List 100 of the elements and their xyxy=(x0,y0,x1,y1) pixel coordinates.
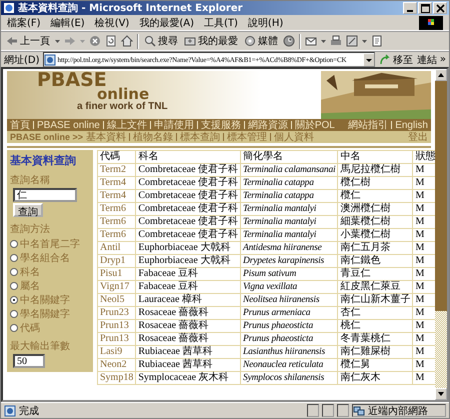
document-icon[interactable] xyxy=(371,35,383,47)
code-link[interactable]: Term6 xyxy=(98,216,136,228)
code-link[interactable]: Term4 xyxy=(98,177,136,189)
radio-label[interactable]: 屬名 xyxy=(20,278,40,292)
code-link[interactable]: Term2 xyxy=(98,164,136,176)
radio-label[interactable]: 代碼 xyxy=(20,320,40,334)
code-link[interactable]: Neol5 xyxy=(98,294,136,306)
code-link[interactable]: Prun13 xyxy=(98,320,136,332)
nav-link[interactable]: 支援服務 xyxy=(200,118,241,132)
table-cell: Combretaceae 使君子科 xyxy=(136,229,240,241)
nav-link[interactable]: English xyxy=(395,120,428,130)
caret-icon[interactable] xyxy=(55,40,60,42)
search-button[interactable]: 搜尋 xyxy=(143,34,179,48)
browser-icon xyxy=(3,2,15,14)
menu-item[interactable]: 工具(T) xyxy=(204,16,238,30)
logout-link[interactable]: 登出 xyxy=(408,130,428,144)
home-icon[interactable] xyxy=(121,35,133,47)
maximize-button[interactable] xyxy=(418,2,432,14)
radio-button[interactable] xyxy=(10,268,18,276)
code-link[interactable]: Prun13 xyxy=(98,333,136,345)
subnav-link[interactable]: 標本管理 xyxy=(227,130,268,144)
table-cell: 欖仁樹 xyxy=(338,177,412,189)
refresh-icon[interactable] xyxy=(105,35,117,47)
nav-link[interactable]: PBASE online xyxy=(37,120,100,130)
radio-button[interactable] xyxy=(10,282,18,290)
history-icon[interactable] xyxy=(283,35,295,47)
name-input-field[interactable]: 仁 xyxy=(13,188,77,202)
nav-link[interactable]: 關於POL xyxy=(294,118,335,132)
table-cell: Combretaceae 使君子科 xyxy=(136,177,240,189)
code-link[interactable]: Neon2 xyxy=(98,359,136,371)
code-link[interactable]: Lasi9 xyxy=(98,346,136,358)
code-link[interactable]: Dryp1 xyxy=(98,255,136,267)
mail-icon[interactable] xyxy=(305,35,317,47)
zone-text: 近端內部網路 xyxy=(368,404,428,418)
table-cell: 青豆仁 xyxy=(338,268,412,280)
table-cell: M xyxy=(413,229,438,241)
favorites-button[interactable]: 我的最愛 xyxy=(183,34,239,48)
code-link[interactable]: Prun23 xyxy=(98,307,136,319)
table-cell: Symplocaceae 灰木科 xyxy=(136,372,240,384)
subnav-link[interactable]: 個人資料 xyxy=(274,130,314,144)
code-link[interactable]: Vign17 xyxy=(98,281,136,293)
radio-button[interactable] xyxy=(10,324,18,332)
code-link[interactable]: Antil xyxy=(98,242,136,254)
up-arrow-icon xyxy=(437,71,445,79)
print-icon[interactable] xyxy=(330,35,342,47)
scroll-up-button[interactable] xyxy=(435,69,447,81)
caret-icon[interactable] xyxy=(321,40,326,42)
status-pane xyxy=(307,404,319,417)
table-cell: 欖仁舅 xyxy=(338,359,412,371)
dropdown-icon[interactable] xyxy=(364,54,374,66)
breadcrumb-link[interactable]: PBASE online >> xyxy=(10,132,84,142)
nav-link[interactable]: 網站指引 xyxy=(348,118,388,132)
nav-link[interactable]: 申請使用 xyxy=(154,118,194,132)
edit-icon[interactable] xyxy=(346,35,358,47)
back-button[interactable]: 上一頁 xyxy=(5,34,51,48)
subnav-link[interactable]: 基本資料 xyxy=(86,130,126,144)
table-cell: Terminalia mantalyi xyxy=(241,203,338,215)
go-arrow-icon xyxy=(378,54,391,66)
scrollbar[interactable] xyxy=(435,69,447,400)
minimize-icon xyxy=(407,10,413,12)
search-button[interactable]: 查詢 xyxy=(13,203,43,217)
radio-button[interactable] xyxy=(10,296,18,304)
nav-link[interactable]: 網路資源 xyxy=(248,118,288,132)
menu-item[interactable]: 說明(H) xyxy=(248,16,284,30)
table-cell: Fabaceae 豆科 xyxy=(136,268,240,280)
radio-label[interactable]: 學名組合名 xyxy=(20,250,70,264)
caret-icon[interactable] xyxy=(362,40,367,42)
media-button[interactable]: 媒體 xyxy=(243,34,279,48)
code-link[interactable]: Pisu1 xyxy=(98,268,136,280)
scroll-down-button[interactable] xyxy=(435,388,447,400)
radio-label[interactable]: 中名關鍵字 xyxy=(20,292,70,306)
nav-link[interactable]: 首頁 xyxy=(10,118,30,132)
more-links-button[interactable]: » xyxy=(440,54,446,65)
radio-label[interactable]: 中名首尾二字 xyxy=(20,236,80,250)
nav-link[interactable]: 線上文件 xyxy=(106,118,147,132)
links-label[interactable]: 連結 xyxy=(416,52,437,66)
radio-button[interactable] xyxy=(10,240,18,248)
go-button[interactable]: 移至 xyxy=(378,52,414,66)
close-button[interactable] xyxy=(433,2,447,14)
radio-label[interactable]: 學名關鍵字 xyxy=(20,306,70,320)
code-link[interactable]: Term6 xyxy=(98,203,136,215)
radio-label[interactable]: 科名 xyxy=(20,264,40,278)
menu-item[interactable]: 檢視(V) xyxy=(94,16,130,30)
subnav-link[interactable]: 標本查詢 xyxy=(180,130,220,144)
menu-item[interactable]: 檔案(F) xyxy=(7,16,41,30)
code-link[interactable]: Term4 xyxy=(98,190,136,202)
stop-icon[interactable] xyxy=(89,35,101,47)
code-link[interactable]: Symp18 xyxy=(98,372,136,384)
subnav-link[interactable]: 植物名錄 xyxy=(133,130,174,144)
menu-item[interactable]: 我的最愛(A) xyxy=(139,16,194,30)
radio-button[interactable] xyxy=(10,254,18,262)
scroll-thumb[interactable] xyxy=(435,81,447,312)
minimize-button[interactable] xyxy=(403,2,417,14)
table-cell: Combretaceae 使君子科 xyxy=(136,203,240,215)
radio-button[interactable] xyxy=(10,310,18,318)
table-cell: 細葉欖仁樹 xyxy=(338,216,412,228)
max-results-field[interactable]: 50 xyxy=(13,354,45,368)
menu-item[interactable]: 編輯(E) xyxy=(50,16,85,30)
code-link[interactable]: Term6 xyxy=(98,229,136,241)
field-label: 最大輸出筆數 xyxy=(10,341,71,353)
